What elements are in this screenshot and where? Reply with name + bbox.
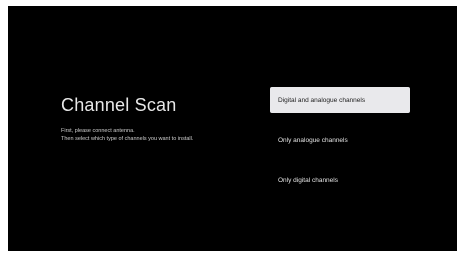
option-only-analogue[interactable]: Only analogue channels	[270, 127, 410, 153]
instruction-line-2: Then select which type of channels you w…	[61, 136, 194, 142]
page-title: Channel Scan	[61, 95, 177, 115]
tv-screen: Channel Scan First, please connect anten…	[8, 6, 457, 251]
instruction-line-1: First, please connect antenna.	[61, 128, 135, 134]
option-digital-and-analogue[interactable]: Digital and analogue channels	[270, 87, 410, 113]
scan-options-list: Digital and analogue channels Only analo…	[270, 87, 410, 207]
instructions: First, please connect antenna. Then sele…	[61, 127, 193, 143]
option-only-digital[interactable]: Only digital channels	[270, 167, 410, 193]
